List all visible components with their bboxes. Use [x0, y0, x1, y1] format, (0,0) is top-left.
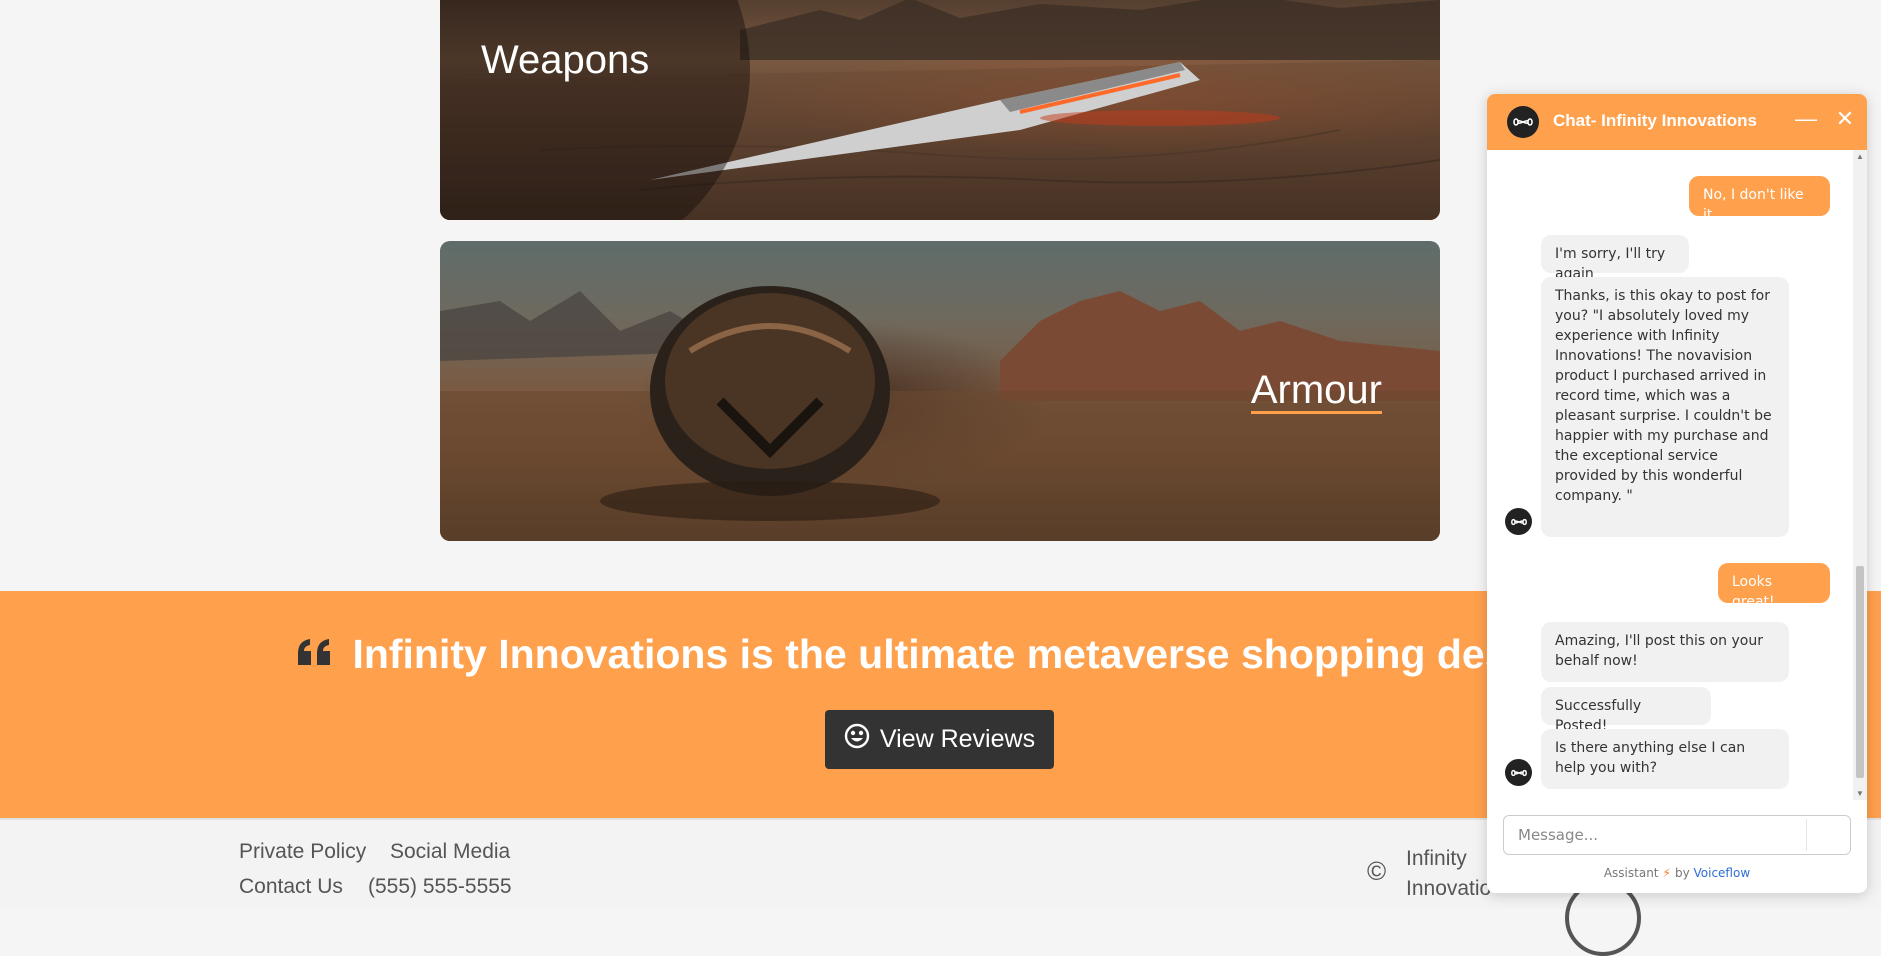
- view-reviews-button[interactable]: View Reviews: [825, 710, 1054, 769]
- chat-header: Chat- Infinity Innovations — ✕: [1487, 94, 1867, 150]
- footer-link-contact[interactable]: Contact Us: [239, 875, 343, 899]
- chat-message-user: Looks great!: [1718, 563, 1830, 610]
- message-input[interactable]: [1503, 815, 1851, 855]
- chat-message-bot: Is there anything else I can help you wi…: [1541, 729, 1789, 789]
- view-reviews-label: View Reviews: [879, 725, 1036, 753]
- bot-avatar-icon: [1505, 759, 1532, 786]
- smiley-icon: [844, 723, 870, 756]
- footer-link-privacy[interactable]: Private Policy: [239, 840, 366, 864]
- category-title-armour[interactable]: Armour: [1250, 369, 1382, 414]
- title-backdrop: [440, 0, 750, 220]
- scroll-down-icon[interactable]: ▼: [1856, 789, 1864, 798]
- copyright-line1: Infinity: [1406, 847, 1467, 870]
- category-card-armour[interactable]: Armour: [440, 241, 1440, 541]
- minimize-icon[interactable]: —: [1793, 106, 1819, 136]
- category-card-weapons[interactable]: Weapons: [440, 0, 1440, 220]
- chat-message-bot: Thanks, is this okay to post for you? "I…: [1541, 277, 1789, 537]
- scroll-up-icon[interactable]: ▲: [1856, 152, 1864, 161]
- voiceflow-link[interactable]: Voiceflow: [1694, 866, 1751, 880]
- testimonial-quote: Infinity Innovations is the ultimate met…: [296, 631, 1630, 678]
- bolt-icon: ⚡: [1662, 866, 1671, 880]
- chat-messages[interactable]: No, I don't like it I'm sorry, I'll try …: [1487, 150, 1853, 800]
- powered-by-label: by: [1674, 866, 1690, 880]
- chat-message-user: No, I don't like it: [1689, 176, 1830, 223]
- chat-message-bot: I'm sorry, I'll try again: [1541, 235, 1689, 282]
- copyright-line2: Innovatio: [1406, 877, 1492, 900]
- footer-link-social[interactable]: Social Media: [390, 840, 510, 864]
- chat-message-bot: Amazing, I'll post this on your behalf n…: [1541, 622, 1789, 682]
- close-icon[interactable]: ✕: [1832, 106, 1858, 136]
- powered-prefix: Assistant: [1603, 866, 1659, 880]
- bot-avatar-icon: [1505, 508, 1532, 535]
- testimonial-text: Infinity Innovations is the ultimate met…: [352, 631, 1631, 677]
- copyright-text: Infinity Innovatio: [1406, 844, 1491, 904]
- category-title-weapons[interactable]: Weapons: [481, 38, 649, 83]
- chat-widget: Chat- Infinity Innovations — ✕ No, I don…: [1487, 94, 1867, 893]
- chat-scrollbar[interactable]: ▲ ▼: [1853, 150, 1867, 800]
- chat-title: Chat- Infinity Innovations: [1553, 111, 1757, 130]
- powered-by: Assistant ⚡ by Voiceflow: [1487, 866, 1867, 880]
- send-area[interactable]: [1806, 819, 1807, 851]
- copyright-icon: ©: [1367, 856, 1387, 886]
- infinity-logo-icon: [1507, 106, 1539, 138]
- quote-left-icon: [296, 637, 334, 672]
- footer-phone[interactable]: (555) 555-5555: [368, 875, 512, 899]
- chat-message-bot: Successfully Posted!: [1541, 687, 1711, 734]
- scroll-thumb[interactable]: [1856, 566, 1864, 778]
